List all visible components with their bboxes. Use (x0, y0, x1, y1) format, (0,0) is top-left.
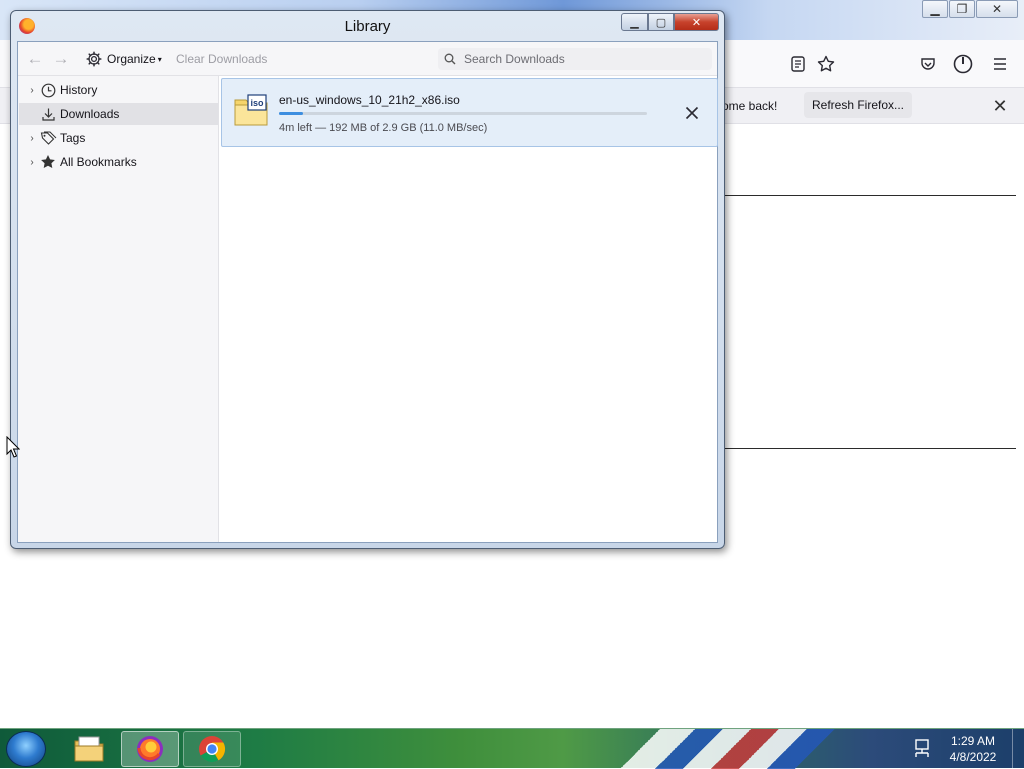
clock-icon (39, 81, 57, 99)
clock-date[interactable]: 4/8/2022 (940, 750, 1006, 764)
window-title: Library (344, 18, 391, 35)
menu-icon[interactable] (988, 52, 1012, 76)
download-progress-bar (279, 112, 647, 115)
download-item[interactable]: iso en-us_windows_10_21h2_x86.iso 4m lef… (221, 78, 718, 147)
clear-downloads-button[interactable]: Clear Downloads (176, 52, 267, 66)
tag-icon (39, 129, 57, 147)
reader-view-icon[interactable] (786, 52, 810, 76)
wallpaper-art (590, 729, 900, 769)
iso-file-icon: iso (234, 94, 268, 126)
windows-explorer-icon[interactable] (60, 731, 118, 767)
chevron-right-icon[interactable]: › (25, 85, 39, 96)
chrome-icon[interactable] (183, 731, 241, 767)
sidebar-item-label: Downloads (60, 107, 120, 121)
network-icon[interactable] (912, 739, 934, 759)
browser-close-button[interactable]: ✕ (976, 0, 1018, 18)
download-progress-fill (279, 112, 303, 115)
mouse-cursor-icon (6, 436, 20, 458)
close-icon (685, 106, 699, 120)
chevron-down-icon: ▾ (157, 54, 162, 64)
clock-time[interactable]: 1:29 AM (940, 734, 1006, 748)
search-icon (444, 53, 456, 65)
library-sidebar: › History Downloads › Tags › All Bookmar… (18, 76, 219, 542)
browser-restore-button[interactable]: ❐ (949, 0, 975, 18)
star-icon (39, 153, 57, 171)
sidebar-item-history[interactable]: › History (19, 79, 218, 101)
pocket-icon[interactable] (916, 52, 940, 76)
search-input[interactable] (462, 51, 702, 67)
start-button[interactable] (6, 731, 46, 767)
chevron-right-icon[interactable]: › (25, 157, 39, 168)
show-desktop-button[interactable] (1012, 729, 1024, 769)
organize-menu-button[interactable]: Organize ▾ (86, 50, 162, 68)
taskbar: 1:29 AM 4/8/2022 (0, 728, 1024, 769)
browser-minimize-button[interactable]: ▁ (922, 0, 948, 18)
iso-label: iso (250, 98, 264, 108)
close-icon[interactable]: ✕ (990, 96, 1010, 116)
page-divider (720, 195, 1016, 196)
sidebar-item-label: All Bookmarks (60, 155, 137, 169)
cancel-download-button[interactable] (680, 101, 704, 125)
close-window-button[interactable]: ✕ (674, 13, 719, 31)
forward-arrow-icon[interactable]: → (52, 50, 70, 68)
library-body: ← → Organize ▾ Clear Downloads › (17, 41, 718, 543)
library-window: Library ▁ ▢ ✕ ← → Organize ▾ Clear Downl… (10, 10, 725, 549)
search-box[interactable] (438, 48, 712, 70)
downloads-list: iso en-us_windows_10_21h2_x86.iso 4m lef… (219, 76, 718, 542)
download-status: 4m left — 192 MB of 2.9 GB (11.0 MB/sec) (279, 122, 488, 134)
sidebar-item-label: History (60, 83, 98, 97)
page-divider (720, 448, 1016, 449)
organize-label: Organize (107, 52, 156, 66)
gear-icon (86, 51, 102, 67)
firefox-icon[interactable] (121, 731, 179, 767)
notification-text: ome back! (722, 99, 778, 113)
sidebar-item-all-bookmarks[interactable]: › All Bookmarks (19, 151, 218, 173)
maximize-button[interactable]: ▢ (648, 13, 674, 31)
sidebar-item-downloads[interactable]: Downloads (19, 103, 218, 125)
library-toolbar: ← → Organize ▾ Clear Downloads (18, 42, 717, 76)
account-icon[interactable] (951, 52, 975, 76)
refresh-firefox-button[interactable]: Refresh Firefox... (804, 92, 912, 118)
sidebar-item-tags[interactable]: › Tags (19, 127, 218, 149)
download-filename: en-us_windows_10_21h2_x86.iso (279, 93, 460, 107)
chevron-right-icon[interactable]: › (25, 133, 39, 144)
back-arrow-icon[interactable]: ← (26, 50, 44, 68)
download-icon (39, 105, 57, 123)
bookmark-star-icon[interactable] (814, 52, 838, 76)
sidebar-item-label: Tags (60, 131, 86, 145)
minimize-button[interactable]: ▁ (621, 13, 648, 31)
